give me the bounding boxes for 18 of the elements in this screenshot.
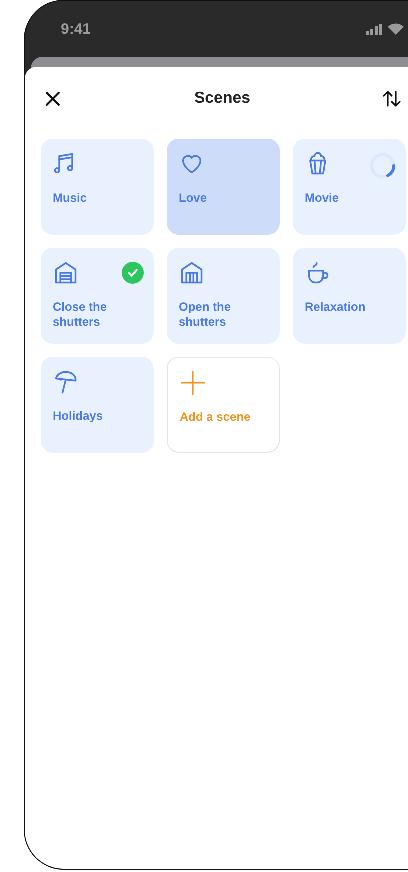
scene-card[interactable]: Movie — [293, 139, 406, 235]
wifi-icon — [388, 23, 404, 35]
status-time: 9:41 — [61, 20, 92, 38]
scene-card[interactable]: Music — [41, 139, 154, 235]
scene-card[interactable]: Open the shutters — [167, 248, 280, 344]
close-icon — [45, 91, 61, 107]
scene-card[interactable]: Close the shutters — [41, 248, 154, 344]
sort-arrows-icon — [382, 89, 402, 109]
add-scene-button[interactable]: Add a scene — [167, 357, 280, 453]
garage-icon — [53, 260, 79, 286]
scene-card[interactable]: Holidays — [41, 357, 154, 453]
signal-icon — [366, 24, 383, 34]
sheet-title: Scenes — [194, 90, 251, 108]
parasol-icon — [53, 369, 79, 395]
garage-icon — [179, 260, 205, 286]
plus-icon — [180, 370, 206, 396]
scene-card[interactable]: Love — [167, 139, 280, 235]
scene-card[interactable]: Relaxation — [293, 248, 406, 344]
